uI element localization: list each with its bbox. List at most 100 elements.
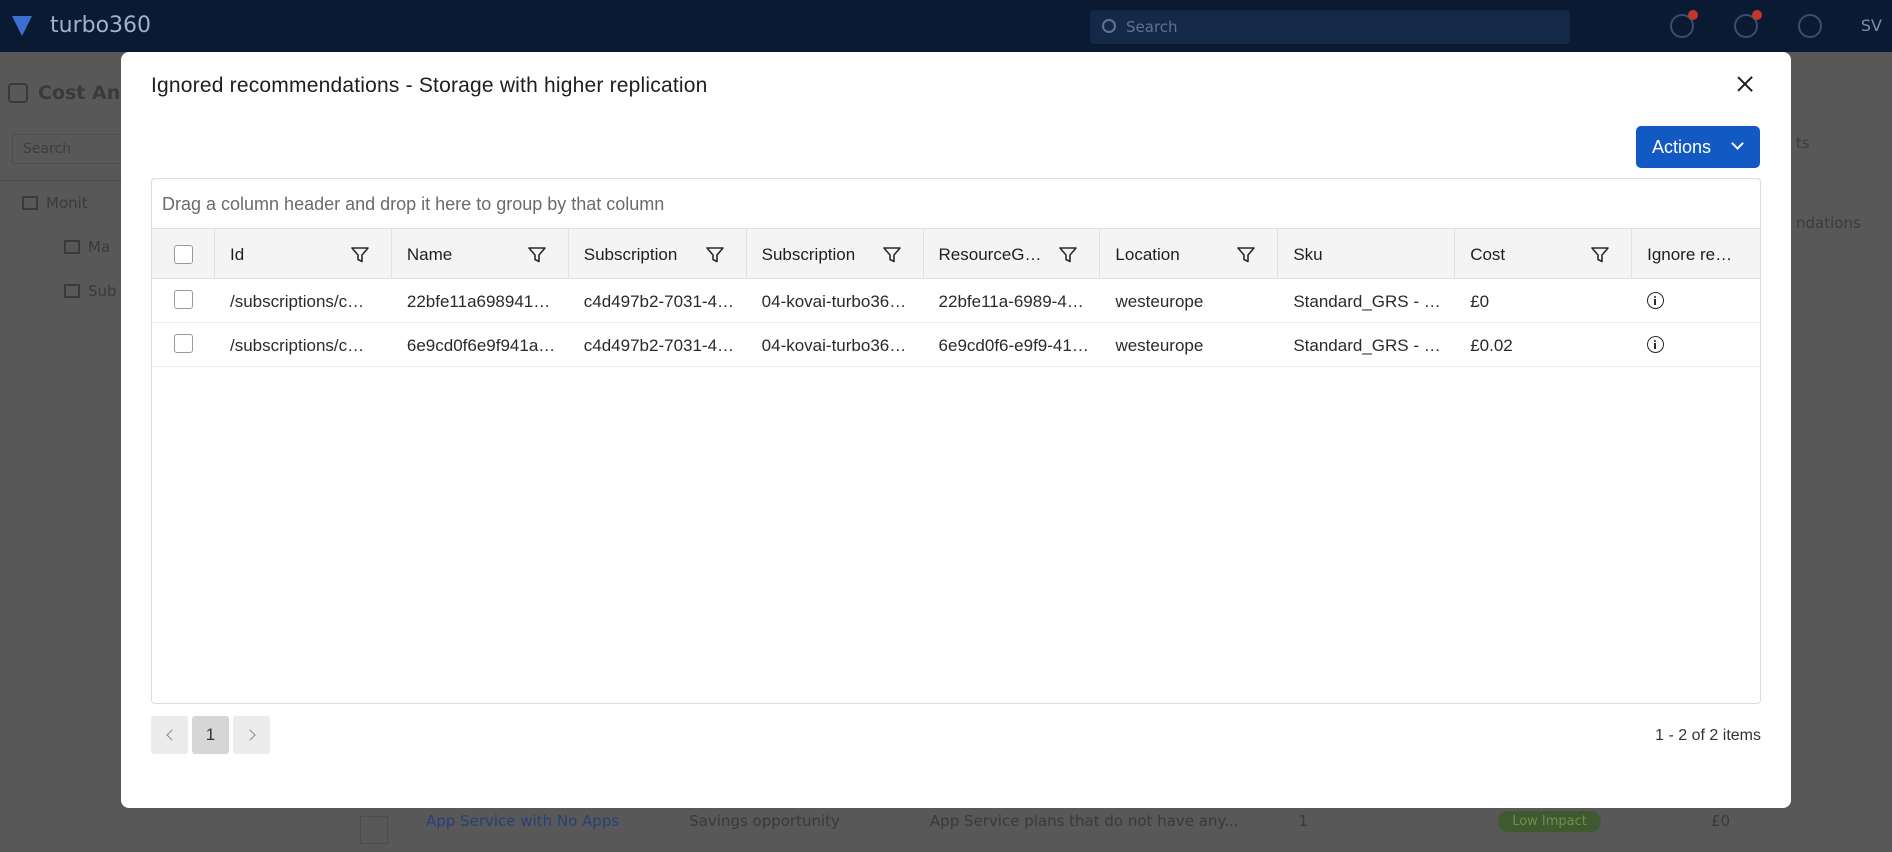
folder-icon — [64, 240, 80, 254]
chevron-down-icon — [1731, 137, 1744, 150]
background-table-row: App Service with No Apps Savings opportu… — [350, 806, 1770, 836]
user-avatar[interactable]: SV — [1861, 16, 1882, 35]
table-row[interactable]: /subscriptions/c… 22bfe11a6989414… c4d49… — [152, 279, 1760, 323]
column-header-id[interactable]: Id — [215, 229, 392, 279]
row-extra: £0 — [1710, 812, 1730, 830]
modal-title: Ignored recommendations - Storage with h… — [151, 74, 708, 97]
cell-cost: £0.02 — [1470, 336, 1513, 355]
sidebar-item-sub[interactable]: Sub — [64, 282, 117, 300]
sidebar-search-input[interactable]: Search — [12, 134, 132, 164]
cell-name: 22bfe11a6989414… — [406, 292, 560, 311]
cell-location: westeurope — [1115, 336, 1204, 355]
pagination: 1 — [151, 716, 270, 754]
notification-badge — [1752, 10, 1762, 20]
cell-cost: £0 — [1470, 292, 1490, 311]
table-row[interactable]: /subscriptions/c… 6e9cd0f6e9f941a… c4d49… — [152, 323, 1760, 367]
cell-sku: Standard_GRS - … — [1293, 336, 1441, 355]
column-header-cost[interactable]: Cost — [1455, 229, 1633, 279]
cell-resource-group: 6e9cd0f6-e9f9-41… — [938, 336, 1089, 355]
top-icons — [1670, 10, 1822, 38]
column-header-name[interactable]: Name — [392, 229, 569, 279]
search-icon — [1102, 19, 1116, 33]
column-header-sku[interactable]: Sku — [1278, 229, 1456, 279]
row-description: App Service plans that do not have any..… — [929, 812, 1239, 830]
row-select-cell — [152, 323, 215, 367]
announcement-icon[interactable] — [1670, 10, 1698, 38]
sidebar-item-ma[interactable]: Ma — [64, 238, 110, 256]
filter-icon[interactable] — [705, 247, 724, 263]
cell-id: /subscriptions/c… — [229, 292, 365, 311]
row-category: Savings opportunity — [689, 812, 840, 830]
chevron-left-icon — [165, 729, 178, 741]
grid-header-row: Id Name Subscription Subscription Resour… — [152, 229, 1760, 279]
help-icon[interactable] — [1798, 14, 1822, 38]
recommendation-link[interactable]: App Service with No Apps — [426, 812, 619, 830]
row-checkbox[interactable] — [174, 334, 193, 353]
select-all-checkbox[interactable] — [174, 245, 193, 264]
filter-icon[interactable] — [882, 247, 901, 263]
cell-id: /subscriptions/c… — [229, 336, 365, 355]
turbo360-logo-icon — [10, 12, 40, 38]
column-header-label: Name — [406, 245, 453, 264]
cell-resource-group: 22bfe11a-6989-41… — [938, 292, 1094, 311]
filter-icon[interactable] — [1059, 247, 1078, 263]
row-count: 1 — [1298, 812, 1309, 830]
filter-icon[interactable] — [351, 247, 369, 263]
column-header-label: Location — [1115, 245, 1180, 264]
page-title: Cost An — [8, 82, 120, 104]
impact-badge: Low Impact — [1498, 810, 1601, 832]
notification-bell-icon[interactable] — [1734, 10, 1762, 38]
filter-icon[interactable] — [527, 247, 546, 263]
column-header-label: Ignore re… — [1647, 245, 1733, 264]
column-header-label: Id — [229, 245, 245, 264]
filter-icon[interactable] — [1237, 247, 1256, 263]
column-header-subscription-id[interactable]: Subscription — [569, 229, 747, 279]
info-icon[interactable] — [1647, 336, 1665, 353]
column-header-ignore-reason[interactable]: Ignore re… — [1632, 229, 1760, 279]
cost-analysis-icon — [8, 83, 28, 103]
group-by-drop-panel[interactable]: Drag a column header and drop it here to… — [152, 179, 1760, 229]
next-page-button[interactable] — [233, 716, 270, 754]
column-header-label: Cost — [1470, 245, 1506, 264]
close-icon[interactable] — [1731, 70, 1759, 98]
actions-label: Actions — [1652, 136, 1712, 157]
column-header-label: Subscription — [761, 245, 856, 264]
cell-subscription-id: c4d497b2-7031-4… — [583, 336, 735, 355]
background-heading: ndations — [1796, 214, 1861, 232]
cell-ignore-reason — [1632, 279, 1760, 323]
actions-dropdown-button[interactable]: Actions — [1636, 126, 1760, 168]
chevron-right-icon — [243, 729, 256, 741]
row-select-cell — [152, 279, 215, 323]
announcement-badge — [1688, 10, 1698, 20]
sidebar-item-label: Ma — [88, 238, 111, 256]
cell-sku: Standard_GRS - … — [1293, 292, 1441, 311]
sidebar-divider — [0, 180, 140, 181]
recommendations-grid: Drag a column header and drop it here to… — [151, 178, 1761, 704]
global-search-placeholder: Search — [1126, 18, 1178, 36]
column-header-label: Subscription — [583, 245, 678, 264]
cell-subscription-name: 04-kovai-turbo36… — [761, 336, 907, 355]
info-icon[interactable] — [1647, 292, 1665, 309]
cell-ignore-reason — [1632, 323, 1760, 367]
previous-page-button[interactable] — [151, 716, 188, 754]
sidebar-item-monit[interactable]: Monit — [22, 194, 88, 212]
column-header-resource-group[interactable]: ResourceGroup — [924, 229, 1101, 279]
global-search-input[interactable]: Search — [1090, 10, 1570, 44]
grid-body: /subscriptions/c… 22bfe11a6989414… c4d49… — [152, 279, 1760, 367]
folder-icon — [64, 284, 80, 298]
brand-logo[interactable]: turbo360 — [10, 12, 151, 38]
row-checkbox[interactable] — [174, 290, 193, 309]
select-all-cell — [152, 229, 215, 279]
column-header-location[interactable]: Location — [1100, 229, 1279, 279]
column-header-subscription-name[interactable]: Subscription — [747, 229, 924, 279]
pagination-summary: 1 - 2 of 2 items — [1655, 727, 1761, 744]
background-sidebar — [0, 52, 140, 852]
filter-icon[interactable] — [1591, 247, 1609, 263]
column-header-label: Sku — [1293, 245, 1323, 264]
folder-icon — [22, 196, 38, 210]
page-title-text: Cost An — [38, 82, 121, 104]
sidebar-item-label: Sub — [88, 282, 117, 300]
ignored-recommendations-modal: Ignored recommendations - Storage with h… — [121, 52, 1791, 808]
sidebar-item-label: Monit — [46, 194, 88, 212]
page-number-button[interactable]: 1 — [192, 716, 229, 754]
